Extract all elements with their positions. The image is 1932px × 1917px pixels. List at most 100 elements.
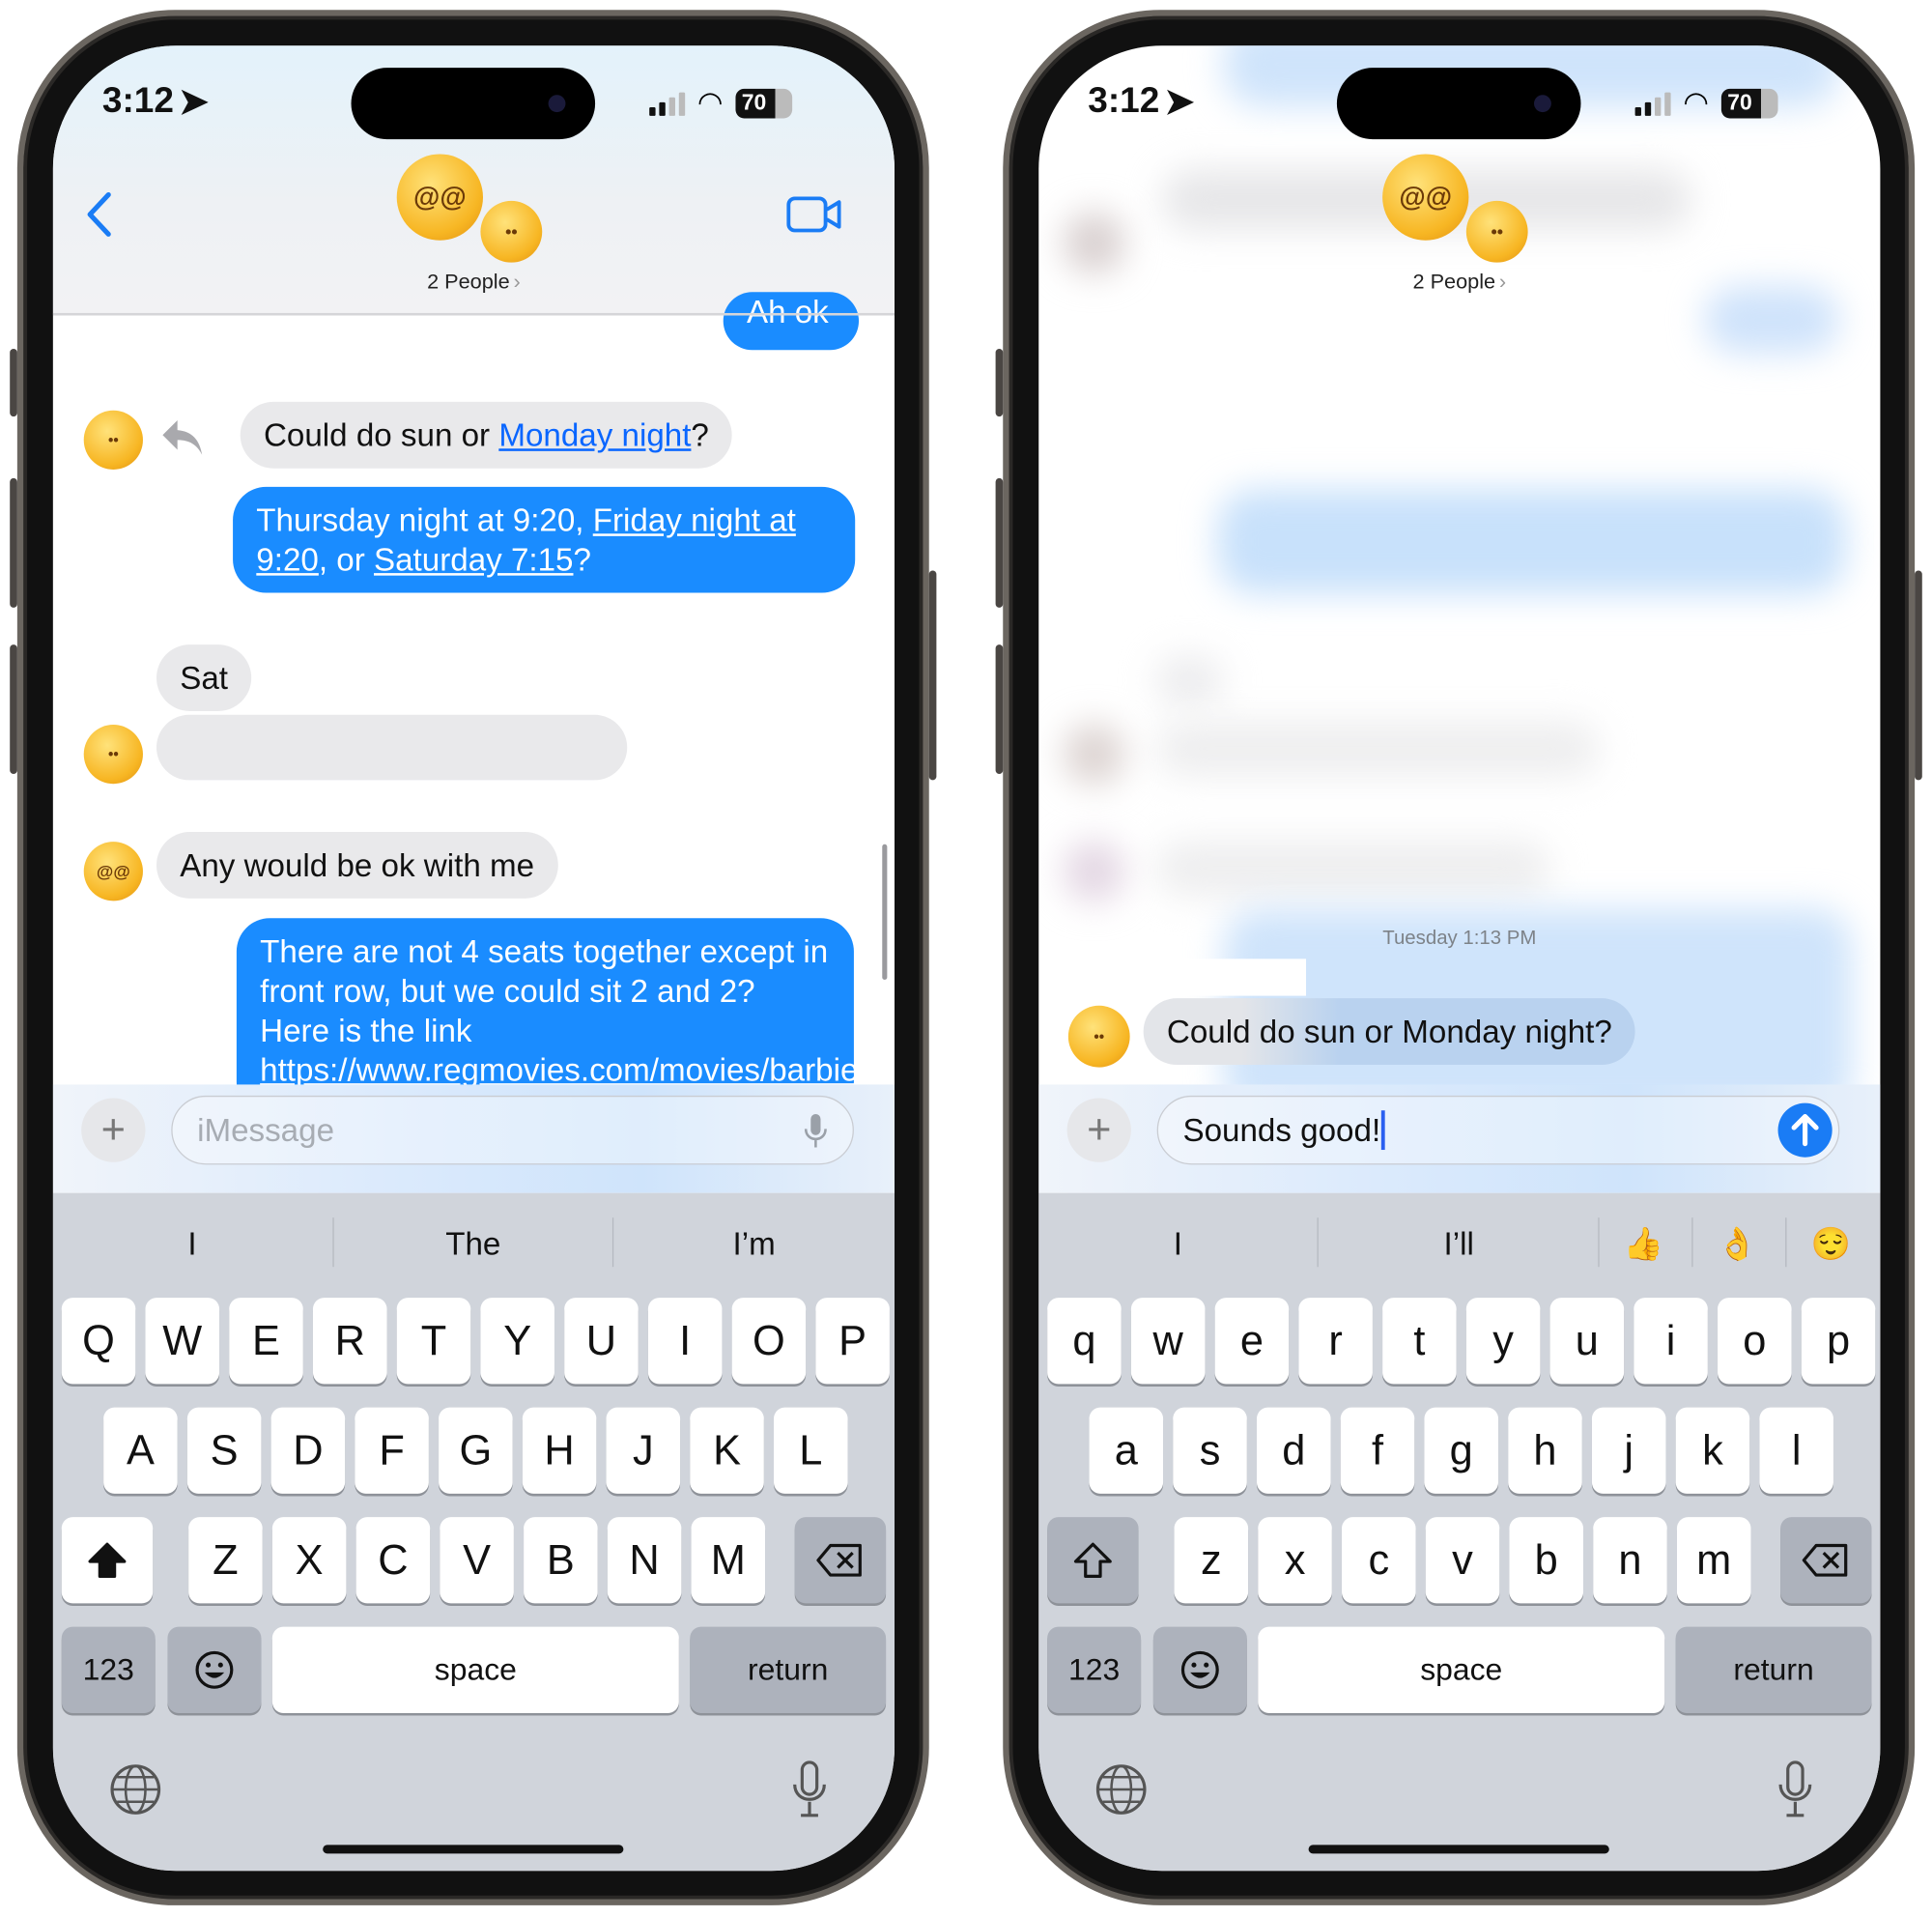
delete-key[interactable]: [1780, 1517, 1872, 1604]
key-u[interactable]: U: [564, 1298, 639, 1385]
group-avatar-dizzy[interactable]: @@: [396, 154, 483, 241]
key-o[interactable]: O: [731, 1298, 807, 1385]
send-button[interactable]: [1777, 1102, 1833, 1158]
key-i[interactable]: i: [1634, 1298, 1708, 1385]
key-g[interactable]: G: [439, 1407, 513, 1494]
video-camera-icon[interactable]: [786, 196, 843, 233]
suggestion-1[interactable]: I’ll: [1444, 1225, 1474, 1264]
key-j[interactable]: J: [606, 1407, 681, 1494]
key-a[interactable]: A: [103, 1407, 178, 1494]
return-key[interactable]: return: [1675, 1626, 1872, 1713]
key-t[interactable]: T: [396, 1298, 471, 1385]
key-c[interactable]: c: [1342, 1517, 1416, 1604]
space-key[interactable]: space: [271, 1626, 679, 1713]
globe-icon[interactable]: [108, 1762, 162, 1822]
key-c[interactable]: C: [355, 1517, 431, 1604]
numbers-key[interactable]: 123: [1047, 1626, 1142, 1713]
key-w[interactable]: w: [1130, 1298, 1206, 1385]
key-n[interactable]: n: [1593, 1517, 1667, 1604]
key-j[interactable]: j: [1591, 1407, 1666, 1494]
microphone-icon[interactable]: [804, 1113, 829, 1150]
key-p[interactable]: P: [815, 1298, 890, 1385]
message-bubble-incoming[interactable]: Could do sun or Monday night?: [1143, 998, 1636, 1066]
space-key[interactable]: space: [1258, 1626, 1665, 1713]
suggestion-2[interactable]: 👍: [1624, 1225, 1663, 1264]
key-t[interactable]: t: [1382, 1298, 1457, 1385]
message-bubble-incoming[interactable]: Could do sun or Monday night?: [240, 401, 733, 469]
plus-button[interactable]: +: [1066, 1098, 1131, 1162]
chevron-left-icon[interactable]: [84, 191, 116, 238]
message-link[interactable]: https://www.regmovies.com/movies/barbie/: [260, 1051, 867, 1088]
key-u[interactable]: u: [1549, 1298, 1625, 1385]
group-details-link[interactable]: 2 People ›: [53, 270, 895, 295]
key-m[interactable]: M: [691, 1517, 766, 1604]
group-details-link[interactable]: 2 People ›: [1038, 270, 1880, 295]
message-input[interactable]: iMessage: [171, 1095, 854, 1165]
message-input[interactable]: Sounds good!: [1156, 1095, 1840, 1165]
shift-key[interactable]: [61, 1517, 154, 1604]
group-avatar-thinking[interactable]: ••: [480, 200, 543, 263]
message-bubble-outgoing[interactable]: Ah ok: [723, 292, 860, 351]
key-e[interactable]: E: [229, 1298, 303, 1385]
key-h[interactable]: h: [1508, 1407, 1582, 1494]
key-f[interactable]: F: [355, 1407, 429, 1494]
numbers-key[interactable]: 123: [61, 1626, 156, 1713]
suggestion-2[interactable]: I’m: [732, 1225, 775, 1264]
message-link[interactable]: Saturday 7:15: [374, 541, 573, 578]
key-l[interactable]: L: [774, 1407, 848, 1494]
key-o[interactable]: o: [1718, 1298, 1792, 1385]
key-p[interactable]: p: [1801, 1298, 1876, 1385]
suggestion-3[interactable]: 👌: [1718, 1225, 1757, 1264]
message-link[interactable]: Monday night: [1402, 1013, 1594, 1049]
key-k[interactable]: k: [1675, 1407, 1750, 1494]
dictation-microphone-icon[interactable]: [1776, 1760, 1815, 1825]
key-d[interactable]: d: [1257, 1407, 1331, 1494]
home-indicator[interactable]: [323, 1845, 624, 1854]
key-z[interactable]: z: [1174, 1517, 1249, 1604]
key-y[interactable]: y: [1465, 1298, 1541, 1385]
key-r[interactable]: r: [1298, 1298, 1373, 1385]
message-bubble-outgoing[interactable]: Thursday night at 9:20, Friday night at …: [233, 486, 856, 593]
key-a[interactable]: a: [1089, 1407, 1164, 1494]
suggestion-4[interactable]: 😌: [1811, 1225, 1851, 1264]
key-y[interactable]: Y: [480, 1298, 554, 1385]
key-x[interactable]: x: [1258, 1517, 1332, 1604]
key-b[interactable]: B: [524, 1517, 598, 1604]
key-g[interactable]: g: [1424, 1407, 1499, 1494]
key-b[interactable]: b: [1509, 1517, 1584, 1604]
key-e[interactable]: e: [1214, 1298, 1290, 1385]
message-bubble-incoming[interactable]: Sat: [156, 644, 252, 711]
key-k[interactable]: K: [690, 1407, 764, 1494]
message-link[interactable]: Monday night: [498, 416, 691, 453]
key-v[interactable]: V: [440, 1517, 514, 1604]
key-q[interactable]: q: [1047, 1298, 1122, 1385]
key-r[interactable]: R: [312, 1298, 387, 1385]
home-indicator[interactable]: [1308, 1845, 1609, 1854]
key-v[interactable]: v: [1425, 1517, 1500, 1604]
key-q[interactable]: Q: [61, 1298, 136, 1385]
key-m[interactable]: m: [1676, 1517, 1751, 1604]
emoji-key[interactable]: [1152, 1626, 1247, 1713]
shift-key[interactable]: [1047, 1517, 1139, 1604]
key-x[interactable]: X: [271, 1517, 347, 1604]
key-l[interactable]: l: [1759, 1407, 1833, 1494]
key-z[interactable]: Z: [188, 1517, 263, 1604]
group-avatar-dizzy[interactable]: @@: [1382, 154, 1469, 241]
dictation-microphone-icon[interactable]: [790, 1760, 830, 1825]
message-bubble-incoming[interactable]: Any would be ok with me: [156, 831, 558, 899]
return-key[interactable]: return: [690, 1626, 887, 1713]
scrollbar[interactable]: [882, 844, 888, 981]
suggestion-0[interactable]: I: [187, 1225, 196, 1264]
emoji-key[interactable]: [167, 1626, 262, 1713]
suggestion-0[interactable]: I: [1174, 1225, 1182, 1264]
group-avatar-thinking[interactable]: ••: [1465, 200, 1528, 263]
key-w[interactable]: W: [145, 1298, 220, 1385]
key-f[interactable]: f: [1340, 1407, 1415, 1494]
key-h[interactable]: H: [522, 1407, 597, 1494]
suggestion-1[interactable]: The: [445, 1225, 500, 1264]
reply-arrow-icon[interactable]: [160, 415, 205, 457]
key-s[interactable]: S: [186, 1407, 262, 1494]
key-n[interactable]: N: [607, 1517, 682, 1604]
key-s[interactable]: s: [1173, 1407, 1247, 1494]
key-d[interactable]: D: [270, 1407, 346, 1494]
